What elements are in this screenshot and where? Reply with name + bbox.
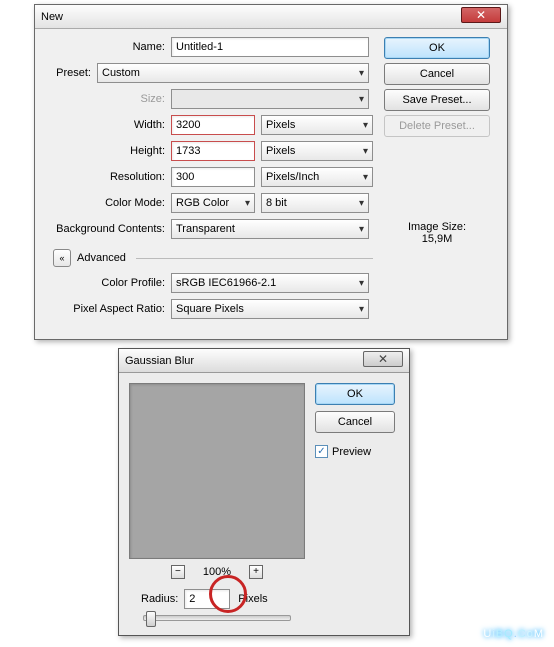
pixelaspect-select[interactable]: Square Pixels: [171, 299, 369, 319]
resolution-unit-select[interactable]: Pixels/Inch: [261, 167, 373, 187]
advanced-label: Advanced: [77, 252, 126, 264]
name-label: Name:: [45, 41, 171, 53]
size-label: Size:: [45, 93, 171, 105]
titlebar[interactable]: Gaussian Blur ✕: [119, 349, 409, 373]
radius-slider[interactable]: [143, 615, 291, 621]
radius-input[interactable]: [184, 589, 230, 609]
image-size-label: Image Size:: [408, 221, 466, 233]
pixelaspect-label: Pixel Aspect Ratio:: [45, 303, 171, 315]
preview-image[interactable]: [129, 383, 305, 559]
colorprofile-label: Color Profile:: [45, 277, 171, 289]
ok-button[interactable]: OK: [315, 383, 395, 405]
size-select: [171, 89, 369, 109]
image-size-value: 15,9M: [408, 233, 466, 245]
preview-label: Preview: [332, 446, 371, 458]
watermark: UiBQ.CoM: [483, 624, 544, 641]
dialog-title: New: [41, 11, 63, 23]
cancel-button[interactable]: Cancel: [384, 63, 490, 85]
gaussian-blur-dialog: Gaussian Blur ✕ − 100% + Radius: Pixels: [118, 348, 410, 636]
close-icon[interactable]: ✕: [363, 351, 403, 367]
pixelaspect-value: Square Pixels: [176, 303, 244, 315]
advanced-toggle[interactable]: «: [53, 249, 71, 267]
colordepth-value: 8 bit: [266, 197, 287, 209]
bgcontents-value: Transparent: [176, 223, 235, 235]
radius-unit: Pixels: [238, 593, 267, 605]
preset-label: Preset:: [45, 67, 97, 79]
colormode-select[interactable]: RGB Color: [171, 193, 255, 213]
height-unit-value: Pixels: [266, 145, 295, 157]
save-preset-button[interactable]: Save Preset...: [384, 89, 490, 111]
bgcontents-label: Background Contents:: [45, 223, 171, 235]
close-icon[interactable]: ✕: [461, 7, 501, 23]
new-dialog: New ✕ Name: Preset: Custom Size: Wi: [34, 4, 508, 340]
name-input[interactable]: [171, 37, 369, 57]
resolution-unit-value: Pixels/Inch: [266, 171, 319, 183]
dialog-title: Gaussian Blur: [125, 355, 194, 367]
cancel-button[interactable]: Cancel: [315, 411, 395, 433]
resolution-label: Resolution:: [45, 171, 171, 183]
colormode-label: Color Mode:: [45, 197, 171, 209]
width-unit-select[interactable]: Pixels: [261, 115, 373, 135]
width-input[interactable]: [171, 115, 255, 135]
preset-select[interactable]: Custom: [97, 63, 369, 83]
preset-value: Custom: [102, 67, 140, 79]
colorprofile-select[interactable]: sRGB IEC61966-2.1: [171, 273, 369, 293]
divider: [136, 258, 373, 259]
colordepth-select[interactable]: 8 bit: [261, 193, 369, 213]
width-label: Width:: [45, 119, 171, 131]
height-input[interactable]: [171, 141, 255, 161]
ok-button[interactable]: OK: [384, 37, 490, 59]
slider-thumb[interactable]: [146, 611, 156, 627]
preview-checkbox[interactable]: ✓: [315, 445, 328, 458]
width-unit-value: Pixels: [266, 119, 295, 131]
zoom-in-button[interactable]: +: [249, 565, 263, 579]
zoom-out-button[interactable]: −: [171, 565, 185, 579]
bgcontents-select[interactable]: Transparent: [171, 219, 369, 239]
delete-preset-button: Delete Preset...: [384, 115, 490, 137]
colormode-value: RGB Color: [176, 197, 229, 209]
resolution-input[interactable]: [171, 167, 255, 187]
titlebar[interactable]: New ✕: [35, 5, 507, 29]
height-unit-select[interactable]: Pixels: [261, 141, 373, 161]
radius-label: Radius:: [141, 593, 178, 605]
height-label: Height:: [45, 145, 171, 157]
colorprofile-value: sRGB IEC61966-2.1: [176, 277, 276, 289]
zoom-level: 100%: [203, 566, 231, 578]
